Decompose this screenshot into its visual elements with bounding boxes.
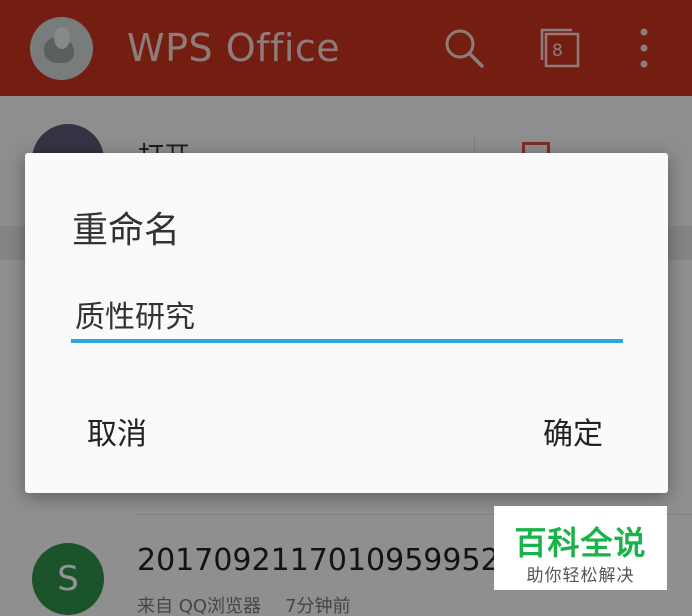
watermark-main: 百科全说 xyxy=(514,524,647,562)
confirm-button[interactable]: 确定 xyxy=(543,409,603,453)
rename-input[interactable] xyxy=(71,288,623,343)
watermark-sub: 助你轻松解决 xyxy=(526,566,635,586)
cancel-button[interactable]: 取消 xyxy=(87,409,147,453)
watermark-logo: 百科全说 助你轻松解决 xyxy=(494,506,667,590)
rename-dialog: 重命名 取消 确定 xyxy=(25,153,668,493)
dialog-title: 重命名 xyxy=(72,210,181,251)
